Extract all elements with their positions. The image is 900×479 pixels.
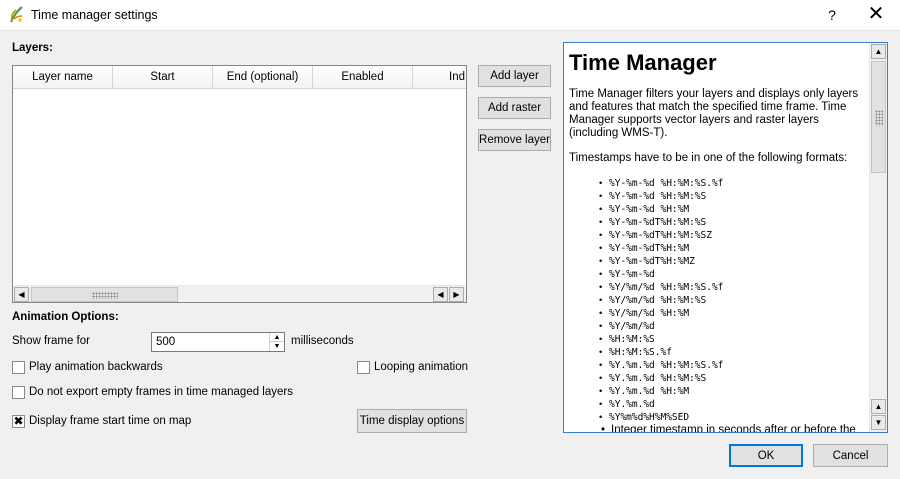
format-item: %Y-%m-%dT%H:%M [599,242,867,255]
looping-label[interactable]: Looping animation [374,361,468,373]
hscroll-thumb[interactable] [31,287,178,302]
bullet-icon: • [601,424,606,433]
format-item: %Y-%m-%d %H:%M:%S.%f [599,177,867,190]
format-item: %H:%M:%S [599,333,867,346]
close-button[interactable]: ✕ [860,0,892,31]
show-frame-spinbox[interactable]: ▲ ▼ [151,332,285,352]
grip-icon [875,110,883,126]
spin-up-icon[interactable]: ▲ [270,333,284,342]
add-layer-button[interactable]: Add layer [478,65,551,87]
layers-section-label: Layers: [12,42,53,54]
integer-timestamp-note: Integer timestamp in seconds after or be… [611,424,856,433]
display-start-time-label[interactable]: Display frame start time on map [29,415,191,427]
layers-table-hscrollbar[interactable]: ◀ ◀ ▶ [13,285,466,302]
scroll-down-icon[interactable]: ▼ [871,415,886,430]
column-header-start[interactable]: Start [113,66,213,89]
help-content: Time Manager Time Manager filters your l… [569,43,867,433]
play-backwards-label[interactable]: Play animation backwards [29,361,163,373]
timestamp-formats-list: %Y-%m-%d %H:%M:%S.%f %Y-%m-%d %H:%M:%S %… [569,177,867,424]
layers-table-header: Layer name Start End (optional) Enabled … [13,66,466,89]
time-display-options-button[interactable]: Time display options [357,409,467,433]
add-raster-button[interactable]: Add raster [478,97,551,119]
cancel-button[interactable]: Cancel [813,444,888,467]
help-formats-intro: Timestamps have to be in one of the foll… [569,152,848,164]
column-header-enabled[interactable]: Enabled [313,66,413,89]
integer-timestamp-item: • Integer timestamp in seconds after or … [569,424,867,433]
format-item: %Y-%m-%d %H:%M [599,203,867,216]
scroll-right-icon[interactable]: ▶ [449,287,464,302]
animation-section-label: Animation Options: [12,311,119,323]
format-item: %Y-%m-%dT%H:%M:%SZ [599,229,867,242]
format-item: %Y/%m/%d [599,320,867,333]
play-backwards-checkbox[interactable] [12,361,25,374]
vscroll-thumb[interactable] [871,61,886,173]
remove-layer-button[interactable]: Remove layer [478,129,551,151]
display-start-time-checkbox[interactable]: ✖ [12,415,25,428]
column-header-ind[interactable]: Ind [413,66,466,89]
format-item: %Y-%m-%dT%H:%M:%S [599,216,867,229]
format-item: %Y%m%d%H%M%SED [599,411,867,424]
help-title: Time Manager [569,50,717,75]
format-item: %Y-%m-%d [599,268,867,281]
title-bar: Time manager settings ? ✕ [0,0,900,31]
layers-table[interactable]: Layer name Start End (optional) Enabled … [12,65,467,303]
format-item: %Y/%m/%d %H:%M:%S.%f [599,281,867,294]
spin-arrows: ▲ ▼ [269,333,284,351]
format-item: %H:%M:%S.%f [599,346,867,359]
scroll-up-icon[interactable]: ▲ [871,44,886,59]
show-frame-input[interactable] [152,333,269,351]
checkmark-icon: ✖ [13,414,24,428]
scroll-left-icon[interactable]: ◀ [14,287,29,302]
format-item: %Y.%m.%d %H:%M:%S.%f [599,359,867,372]
scroll-left-icon[interactable]: ◀ [433,287,448,302]
scroll-up-icon[interactable]: ▲ [871,399,886,414]
grip-icon [92,292,118,299]
spin-down-icon[interactable]: ▼ [270,342,284,351]
help-button[interactable]: ? [818,0,846,31]
help-panel[interactable]: Time Manager Time Manager filters your l… [563,42,888,433]
ok-button[interactable]: OK [729,444,803,467]
column-header-layer-name[interactable]: Layer name [13,66,113,89]
looping-checkbox[interactable] [357,361,370,374]
format-item: %Y.%m.%d %H:%M:%S [599,372,867,385]
show-frame-unit: milliseconds [291,335,354,347]
format-item: %Y/%m/%d %H:%M:%S [599,294,867,307]
window-title: Time manager settings [31,8,158,22]
help-vscrollbar[interactable]: ▲ ▲ ▼ [869,43,887,432]
column-header-end[interactable]: End (optional) [213,66,313,89]
format-item: %Y-%m-%dT%H:%MZ [599,255,867,268]
help-intro: Time Manager filters your layers and dis… [569,88,859,139]
format-item: %Y.%m.%d [599,398,867,411]
no-empty-frames-label[interactable]: Do not export empty frames in time manag… [29,386,293,398]
format-item: %Y.%m.%d %H:%M [599,385,867,398]
show-frame-label: Show frame for [12,335,90,347]
format-item: %Y/%m/%d %H:%M [599,307,867,320]
format-item: %Y-%m-%d %H:%M:%S [599,190,867,203]
qgis-logo-icon [9,6,23,23]
no-empty-frames-checkbox[interactable] [12,386,25,399]
